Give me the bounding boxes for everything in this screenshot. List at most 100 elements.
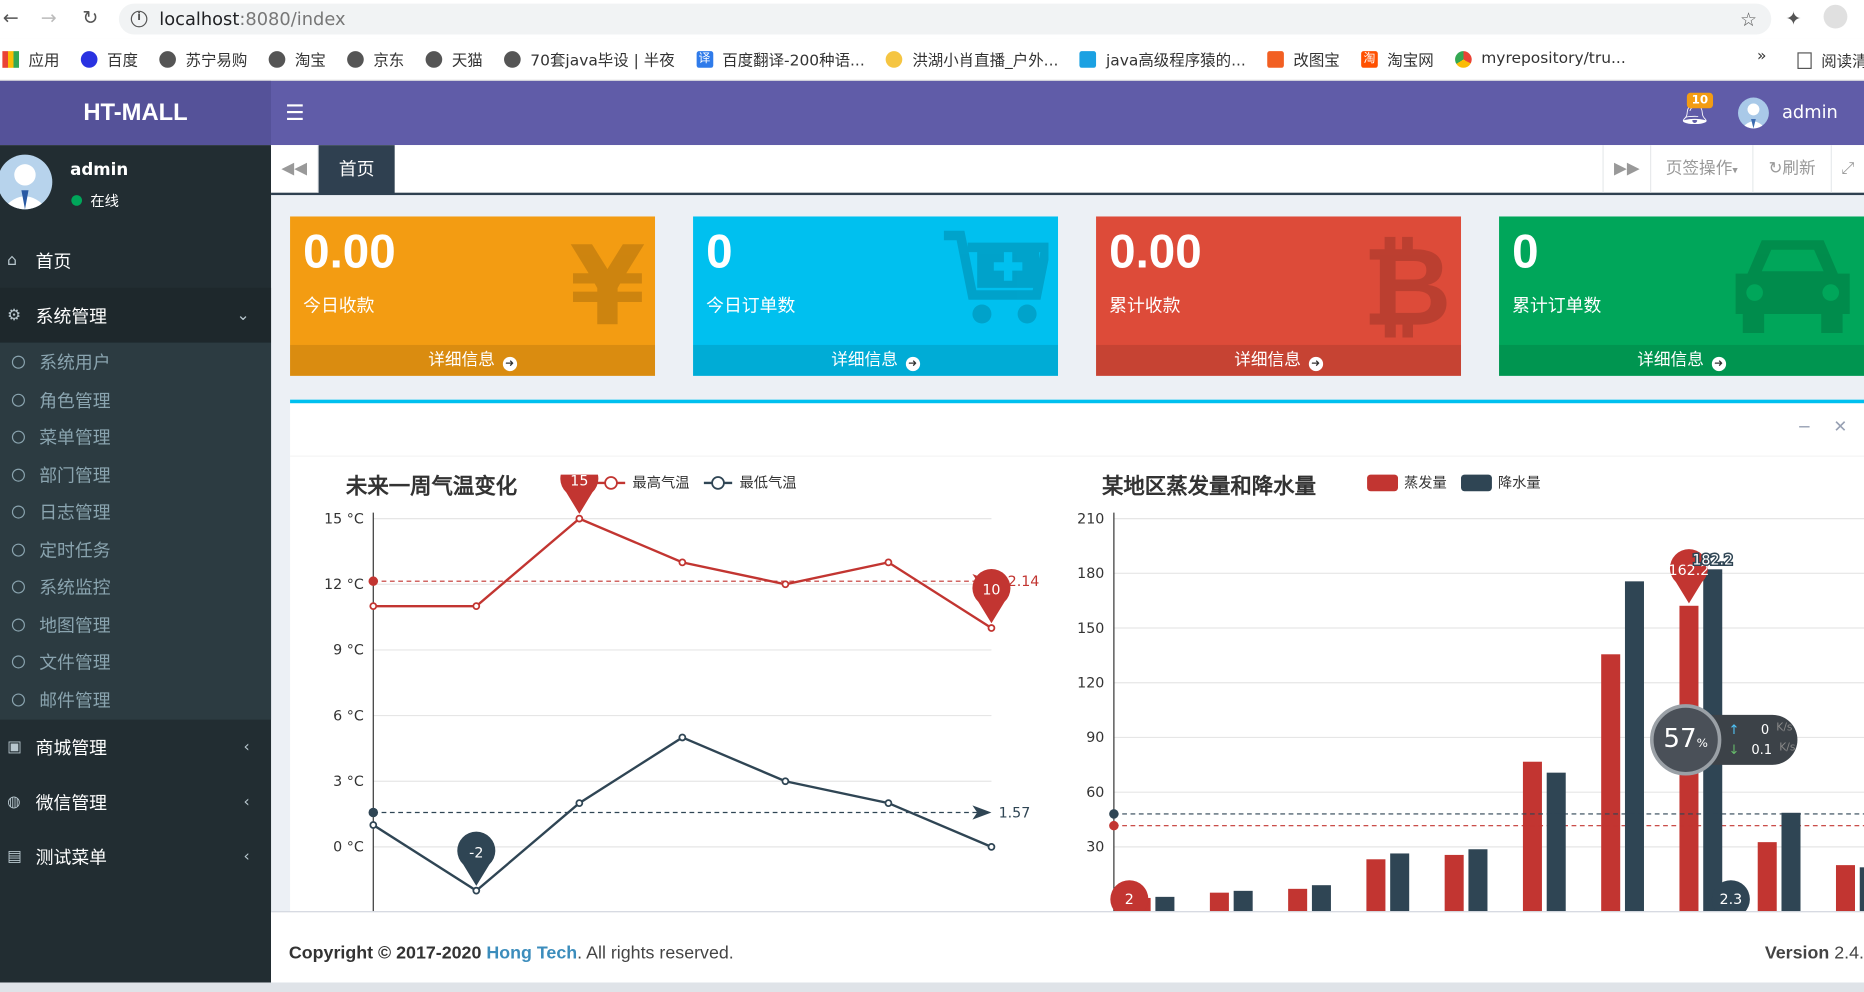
app-logo[interactable]: HT-MALL [0, 80, 272, 146]
bookmark-item[interactable]: 淘淘宝网 [1361, 48, 1434, 70]
bookmark-item[interactable]: 京东 [347, 48, 404, 70]
bookmark-item[interactable]: 70套java毕设 | 半夜 [504, 48, 675, 70]
circle-icon [11, 693, 25, 707]
y-tick-label: 150 [1077, 621, 1104, 637]
baidu-icon [80, 50, 98, 68]
sidebar-item-maps[interactable]: 地图管理 [0, 606, 271, 643]
card-more-info-link[interactable]: 详细信息 ➜ [290, 344, 656, 376]
tabs-scroll-left-icon[interactable]: ◀◀ [271, 145, 319, 193]
bookmark-item[interactable]: 天猫 [425, 48, 483, 70]
bar-evaporation [1601, 654, 1621, 915]
tabs-scroll-right-icon[interactable]: ▶▶ [1602, 145, 1650, 193]
online-dot-icon [71, 195, 83, 206]
reading-list[interactable]: 阅读清 [1797, 49, 1864, 71]
header-avatar[interactable] [1737, 97, 1769, 129]
sidebar-item-home[interactable]: ⌂ 首页 [0, 233, 271, 288]
circle-icon [11, 618, 25, 632]
stat-card-total-income: 0.00 累计收款 ₿ 详细信息 ➜ [1096, 216, 1462, 376]
circle-icon [11, 655, 25, 669]
app-header: HT-MALL ☰ 🔔︎ admin [0, 80, 1864, 146]
precipitation-max-label: 182.2 [1692, 553, 1733, 569]
data-point [781, 777, 790, 786]
bookmark-item[interactable]: 译百度翻译-200种语... [696, 48, 865, 70]
header-username[interactable]: admin [1782, 101, 1838, 122]
back-icon[interactable]: ← [0, 6, 26, 29]
bar-precipitation [1468, 849, 1488, 915]
sidebar-item-menus[interactable]: 菜单管理 [0, 419, 271, 456]
bar-precipitation [1781, 812, 1801, 915]
data-point [884, 799, 893, 807]
hamburger-menu-icon[interactable]: ☰ [285, 101, 304, 126]
card-more-info-link[interactable]: 详细信息 ➜ [693, 344, 1059, 376]
refresh-button[interactable]: ↻刷新 [1752, 145, 1830, 193]
sidebar-item-files[interactable]: 文件管理 [0, 643, 271, 680]
circle-icon [11, 430, 25, 444]
average-line-start [1109, 809, 1119, 819]
profile-icon[interactable] [1823, 4, 1848, 29]
yen-icon: ¥ [569, 223, 646, 351]
circle-icon [11, 355, 25, 370]
sidebar-item-wechat[interactable]: ◍ 微信管理 ‹ [0, 774, 271, 829]
globe-icon [425, 50, 443, 68]
bookmark-apps[interactable]: 应用 [2, 48, 59, 70]
circle-icon [11, 580, 25, 594]
bookmark-item[interactable]: myrepository/tru... [1455, 50, 1626, 68]
company-link[interactable]: Hong Tech [486, 943, 577, 963]
data-point [575, 514, 584, 523]
bookmark-star-icon[interactable]: ☆ [1740, 8, 1757, 31]
sidebar-item-mail[interactable]: 邮件管理 [0, 681, 271, 718]
y-tick-label: 6 °C [333, 708, 364, 724]
card-more-info-link[interactable]: 详细信息 ➜ [1096, 344, 1462, 376]
sidebar-item-system[interactable]: ⚙ 系统管理 ⌄ [0, 287, 272, 343]
bookmark-item[interactable]: java高级程序猿的... [1079, 48, 1246, 70]
sidebar-item-test[interactable]: ▤ 测试菜单 ‹ [0, 829, 271, 884]
info-icon[interactable]: i [130, 10, 148, 28]
reload-icon[interactable]: ↻ [75, 6, 106, 29]
bar-evaporation [1444, 854, 1464, 915]
data-point [472, 602, 481, 611]
horizontal-scrollbar[interactable] [0, 982, 1864, 992]
globe-icon [268, 50, 286, 68]
sidebar-item-departments[interactable]: 部门管理 [0, 456, 271, 493]
series-line-0 [373, 517, 993, 630]
forward-icon[interactable]: → [33, 6, 64, 29]
tab-home[interactable]: 首页 [318, 145, 395, 194]
min-marker-label: 10 [982, 583, 1000, 599]
upload-arrow-icon: ↑ [1728, 721, 1740, 738]
sidebar-item-system-users[interactable]: 系统用户 [0, 344, 271, 381]
tab-operations-dropdown[interactable]: 页签操作▾ [1650, 145, 1752, 193]
bar-evaporation [1835, 865, 1855, 915]
network-speed-widget[interactable]: ↑ 0 K/s ↓ 0.1 K/s 57% [1650, 704, 1798, 776]
close-icon[interactable]: ✕ [1833, 417, 1847, 436]
y-tick-label: 3 °C [333, 774, 364, 790]
circle-icon [11, 543, 25, 557]
more-bookmarks-icon[interactable]: » [1757, 48, 1766, 66]
bar-precipitation [1859, 867, 1864, 915]
card-more-info-link[interactable]: 详细信息 ➜ [1499, 344, 1864, 376]
max-marker-label: 15 [570, 475, 588, 490]
sidebar-item-logs[interactable]: 日志管理 [0, 494, 271, 531]
extensions-icon[interactable]: ✦ [1786, 7, 1802, 30]
wechat-icon: ◍ [7, 792, 21, 811]
bookmark-item[interactable]: 改图宝 [1267, 48, 1340, 70]
address-bar[interactable]: i localhost:8080/index ☆ [118, 3, 1772, 35]
bookmark-item[interactable]: 百度 [80, 48, 138, 70]
fullscreen-icon[interactable]: ⤢ [1830, 145, 1864, 193]
average-label: 1.57 [999, 805, 1031, 821]
sidebar-item-roles[interactable]: 角色管理 [0, 381, 271, 418]
sidebar-item-monitor[interactable]: 系统监控 [0, 569, 271, 606]
collapse-icon[interactable]: − [1798, 417, 1812, 436]
stat-card-today-income: 0.00 今日收款 ¥ 详细信息 ➜ [290, 216, 656, 376]
chevron-down-icon: ⌄ [236, 306, 250, 325]
sidebar-item-jobs[interactable]: 定时任务 [0, 531, 271, 568]
bookmark-item[interactable]: 洪湖小肖直播_户外... [886, 48, 1058, 70]
stat-card-total-orders: 0 累计订单数 详细信息 ➜ [1499, 216, 1864, 376]
download-arrow-icon: ↓ [1728, 742, 1740, 758]
globe-icon [347, 50, 364, 68]
data-point [678, 558, 687, 567]
sidebar-item-mall[interactable]: ▣ 商城管理 ‹ [0, 720, 271, 775]
bookmark-item[interactable]: 苏宁易购 [159, 48, 247, 70]
box-divider [290, 455, 1864, 457]
bar-evaporation [1757, 842, 1777, 915]
bookmark-item[interactable]: 淘宝 [268, 48, 326, 70]
